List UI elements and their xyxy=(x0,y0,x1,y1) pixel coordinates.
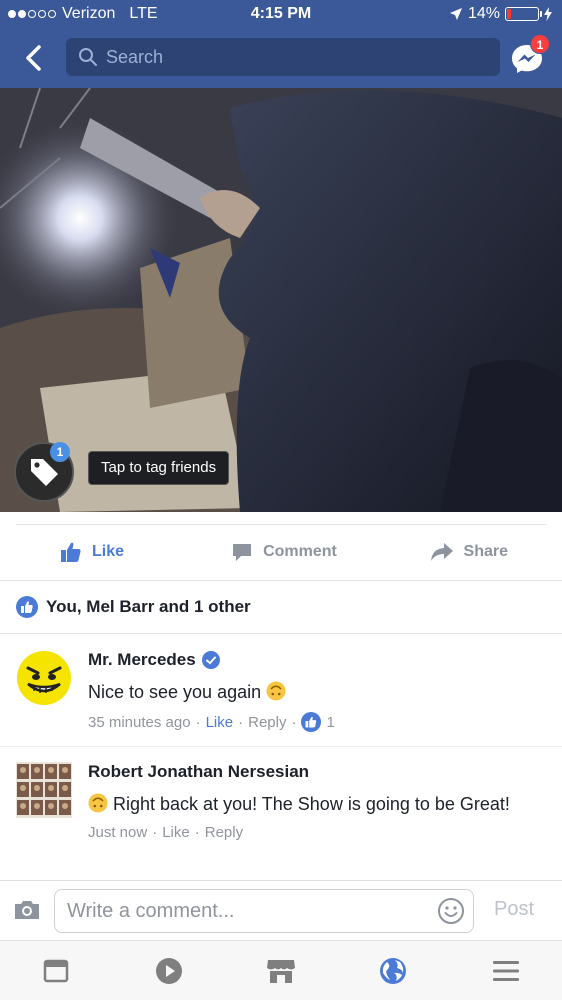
comment-input-placeholder: Write a comment... xyxy=(67,899,235,922)
comment-composer: Write a comment... Post xyxy=(0,880,562,940)
status-right: 14% xyxy=(449,5,552,23)
comment-input[interactable]: Write a comment... xyxy=(54,889,474,933)
comment-text: Right back at you! The Show is going to … xyxy=(88,792,542,816)
tab-video[interactable] xyxy=(112,941,224,1000)
comment-divider xyxy=(0,746,562,747)
charging-bolt-icon xyxy=(544,7,552,21)
bottom-tab-bar xyxy=(0,940,562,1000)
post-actions: Like Comment Share xyxy=(0,526,562,578)
upside-down-face-emoji-icon xyxy=(266,681,286,701)
messenger-button[interactable]: 1 xyxy=(506,34,550,80)
collage-photo-avatar xyxy=(16,762,72,818)
messenger-badge: 1 xyxy=(530,34,550,54)
marketplace-icon xyxy=(267,959,296,983)
comment-like-link[interactable]: Like xyxy=(162,824,190,841)
divider xyxy=(16,524,546,525)
like-button[interactable]: Like xyxy=(0,526,209,578)
comment-reply-link[interactable]: Reply xyxy=(205,824,243,841)
video-icon xyxy=(155,957,182,984)
tab-menu[interactable] xyxy=(450,941,562,1000)
verified-badge-icon xyxy=(201,651,220,669)
top-nav-bar: Search 1 xyxy=(0,28,562,88)
comment-like-count[interactable]: 1 xyxy=(326,714,334,731)
likes-summary-text: You, Mel Barr and 1 other xyxy=(46,597,251,616)
avatar[interactable] xyxy=(16,762,72,818)
upside-down-face-emoji-icon xyxy=(88,793,108,813)
comment-body: Robert Jonathan Nersesian Right back at … xyxy=(88,762,542,841)
comment-reply-link[interactable]: Reply xyxy=(248,714,286,731)
share-label: Share xyxy=(463,543,508,560)
comment-author-name: Robert Jonathan Nersesian xyxy=(88,762,310,781)
battery-percent: 14% xyxy=(467,5,500,22)
comment-time: Just now xyxy=(88,824,148,841)
comment-time: 35 minutes ago xyxy=(88,713,191,731)
comment-label: Comment xyxy=(263,543,337,560)
thumbs-up-icon xyxy=(61,542,81,562)
comment-text-body: Right back at you! The Show is going to … xyxy=(113,794,510,814)
tab-notifications[interactable] xyxy=(337,941,449,1000)
photo-scene xyxy=(0,88,562,512)
like-label: Like xyxy=(92,543,125,560)
post-button[interactable]: Post xyxy=(494,898,534,921)
comment-bubble-icon xyxy=(233,544,252,561)
comment-text: Nice to see you again xyxy=(88,680,542,704)
back-button[interactable] xyxy=(18,42,50,74)
camera-button[interactable] xyxy=(12,895,42,925)
news-feed-icon xyxy=(43,959,69,982)
search-placeholder: Search xyxy=(106,46,164,67)
avatar[interactable] xyxy=(16,650,72,706)
search-bar[interactable]: Search xyxy=(66,38,500,76)
comment-author[interactable]: Robert Jonathan Nersesian xyxy=(88,762,542,782)
comment-like-count-icon xyxy=(301,712,322,732)
share-arrow-icon xyxy=(430,543,453,561)
comment-button[interactable]: Comment xyxy=(209,526,358,578)
post-photo[interactable] xyxy=(0,88,562,512)
status-bar: Verizon LTE 4:15 PM 14% xyxy=(0,0,562,28)
battery-icon xyxy=(505,7,542,21)
share-button[interactable]: Share xyxy=(359,526,562,578)
comment-text-body: Nice to see you again xyxy=(88,682,262,702)
tag-count-badge: 1 xyxy=(50,442,70,462)
emoji-picker-icon[interactable] xyxy=(437,897,465,925)
back-chevron-icon xyxy=(26,45,41,71)
comment-body: Mr. Mercedes Nice to see you again 35 mi… xyxy=(88,650,542,732)
comment-meta: 35 minutes ago · Like · Reply · 1 xyxy=(88,712,335,732)
evil-grin-emoji-avatar xyxy=(16,650,72,706)
location-arrow-icon xyxy=(449,8,462,20)
tab-news-feed[interactable] xyxy=(0,941,112,1000)
menu-icon xyxy=(492,960,519,981)
comment-author[interactable]: Mr. Mercedes xyxy=(88,650,542,670)
comment-meta: Just now · Like · Reply xyxy=(88,824,244,841)
comment-like-link[interactable]: Like xyxy=(206,714,234,731)
tab-marketplace[interactable] xyxy=(225,941,337,1000)
likes-summary[interactable]: You, Mel Barr and 1 other xyxy=(0,580,562,634)
search-icon xyxy=(79,48,97,66)
notifications-globe-icon xyxy=(380,957,407,984)
comment-author-name: Mr. Mercedes xyxy=(88,650,196,669)
tag-tooltip: Tap to tag friends xyxy=(88,451,230,485)
camera-icon xyxy=(15,901,39,919)
like-reaction-icon xyxy=(16,596,38,618)
